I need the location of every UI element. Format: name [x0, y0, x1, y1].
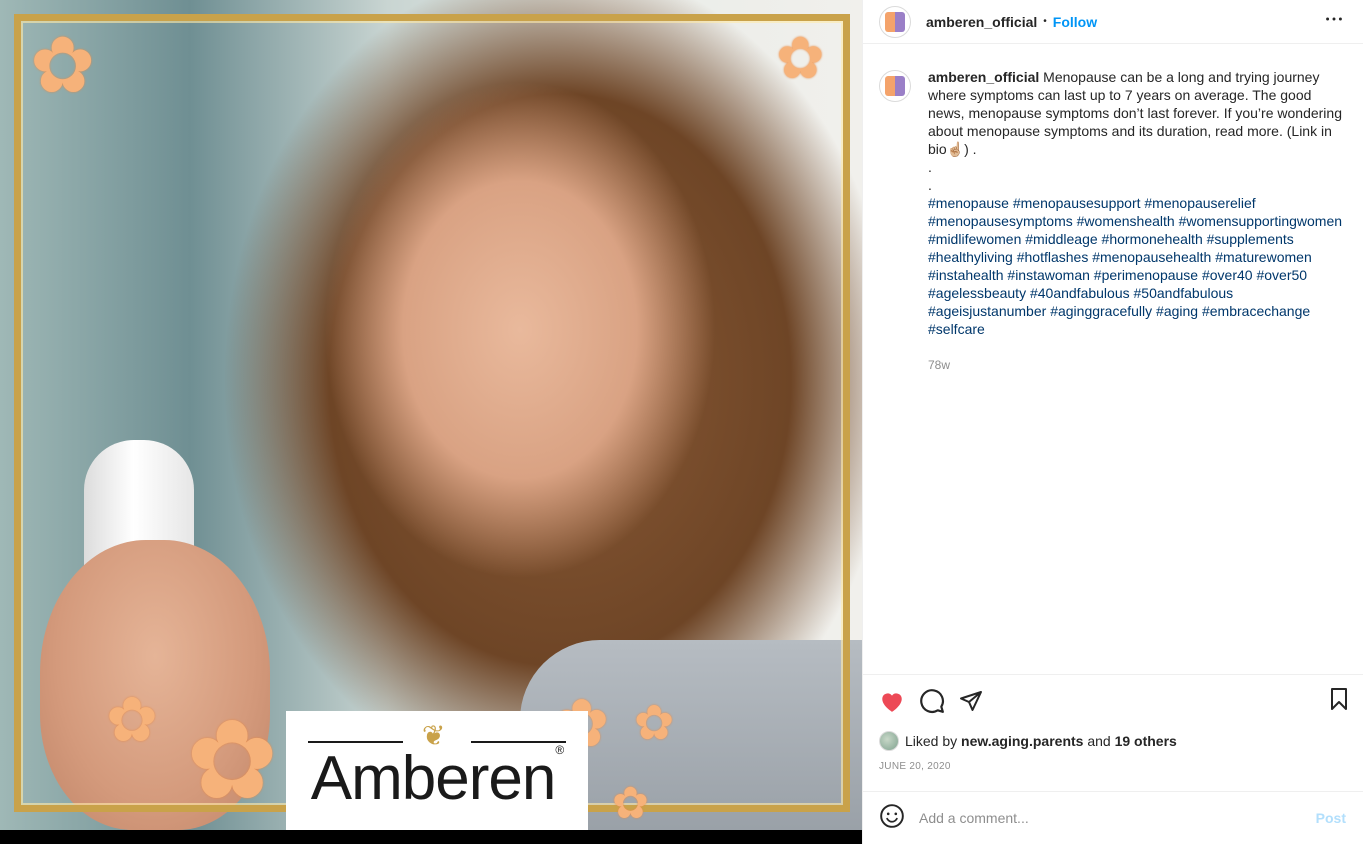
hashtag-link[interactable]: #menopause — [928, 195, 1009, 211]
hashtag-link[interactable]: #instahealth — [928, 267, 1004, 283]
hashtag-link[interactable]: #menopausesupport — [1013, 195, 1141, 211]
caption-dot: . — [928, 177, 932, 193]
logo-rule — [471, 741, 566, 743]
logo-rule — [308, 741, 403, 743]
hashtag-link[interactable]: #aginggracefully — [1050, 303, 1152, 319]
hashtag-link[interactable]: #ageisjustanumber — [928, 303, 1046, 319]
hashtag-link[interactable]: #hormonehealth — [1102, 231, 1203, 247]
hashtag-link[interactable]: #menopausehealth — [1092, 249, 1211, 265]
hashtag-link[interactable]: #supplements — [1207, 231, 1294, 247]
comment-input[interactable] — [919, 810, 1299, 826]
hashtag-link[interactable]: #agelessbeauty — [928, 285, 1026, 301]
hashtag-link[interactable]: #menopauserelief — [1144, 195, 1255, 211]
comment-box: Post — [863, 791, 1363, 844]
action-bar — [863, 675, 1363, 727]
hashtag-link[interactable]: #womensupportingwomen — [1179, 213, 1342, 229]
hashtag-link[interactable]: #healthyliving — [928, 249, 1013, 265]
liker-username[interactable]: new.aging.parents — [961, 733, 1083, 749]
likes-others[interactable]: 19 others — [1115, 733, 1177, 749]
hashtag-link[interactable]: #50andfabulous — [1134, 285, 1234, 301]
flower-decoration: ✿ — [106, 686, 158, 755]
hashtag-link[interactable]: #midlifewomen — [928, 231, 1021, 247]
caption-dot: . — [928, 159, 932, 175]
hashtag-link[interactable]: #maturewomen — [1215, 249, 1312, 265]
post-button[interactable]: Post — [1316, 810, 1346, 826]
butterfly-icon: ❦ — [422, 720, 446, 751]
post-header: amberen_official • Follow — [863, 0, 1363, 44]
emoji-icon[interactable] — [879, 803, 905, 834]
post-date: JUNE 20, 2020 — [879, 761, 951, 772]
hashtag-link[interactable]: #instawoman — [1007, 267, 1090, 283]
brand-logo: ❦ Amberen® — [286, 711, 588, 831]
hashtag-link[interactable]: #aging — [1156, 303, 1198, 319]
comment-icon[interactable] — [919, 681, 959, 721]
hashtag-link[interactable]: #selfcare — [928, 321, 985, 337]
hashtag-link[interactable]: #menopausesymptoms — [928, 213, 1073, 229]
time-ago[interactable]: 78w — [928, 356, 1347, 374]
hashtag-link[interactable]: #middleage — [1025, 231, 1097, 247]
share-icon[interactable] — [959, 681, 999, 721]
heart-filled-icon[interactable] — [879, 681, 919, 721]
media-bottom-bar — [0, 830, 862, 844]
likes-prefix: Liked by — [905, 733, 958, 749]
flower-decoration: ✿ — [186, 699, 279, 822]
actions-section: Liked by new.aging.parents and 19 others… — [863, 674, 1363, 781]
avatar[interactable] — [879, 5, 911, 38]
header-username[interactable]: amberen_official — [926, 14, 1037, 30]
hashtag-link[interactable]: #hotflashes — [1017, 249, 1089, 265]
caption-area: amberen_official Menopause can be a long… — [863, 44, 1363, 674]
more-horizontal-icon[interactable] — [1323, 8, 1345, 36]
likes-summary: Liked by new.aging.parents and 19 others — [863, 727, 1363, 755]
hashtag-link[interactable]: #embracechange — [1202, 303, 1310, 319]
flower-decoration: ✿ — [30, 21, 96, 109]
post-media[interactable]: ✿ ✿ ✿ ✿ ✿ ✿ ✿ ❦ Amberen® — [0, 0, 862, 844]
flower-decoration: ✿ — [634, 697, 675, 750]
separator-dot: • — [1043, 16, 1047, 27]
caption-username[interactable]: amberen_official — [928, 69, 1039, 85]
hashtag-link[interactable]: #over50 — [1256, 267, 1307, 283]
likes-and: and — [1087, 733, 1111, 749]
hashtag-list: #menopause #menopausesupport #menopauser… — [928, 194, 1347, 338]
hashtag-link[interactable]: #perimenopause — [1094, 267, 1198, 283]
follow-button[interactable]: Follow — [1053, 14, 1097, 30]
bookmark-icon[interactable] — [1328, 687, 1350, 716]
hashtag-link[interactable]: #womenshealth — [1077, 213, 1175, 229]
liker-avatar[interactable] — [879, 731, 899, 751]
flower-decoration: ✿ — [776, 26, 825, 91]
avatar[interactable] — [879, 70, 911, 102]
logo-text: Amberen® — [310, 742, 564, 813]
flower-decoration: ✿ — [612, 779, 649, 828]
post-sidebar: amberen_official • Follow amberen_offici… — [862, 0, 1363, 844]
caption: amberen_official Menopause can be a long… — [928, 68, 1347, 674]
hashtag-link[interactable]: #40andfabulous — [1030, 285, 1130, 301]
hashtag-link[interactable]: #over40 — [1202, 267, 1253, 283]
